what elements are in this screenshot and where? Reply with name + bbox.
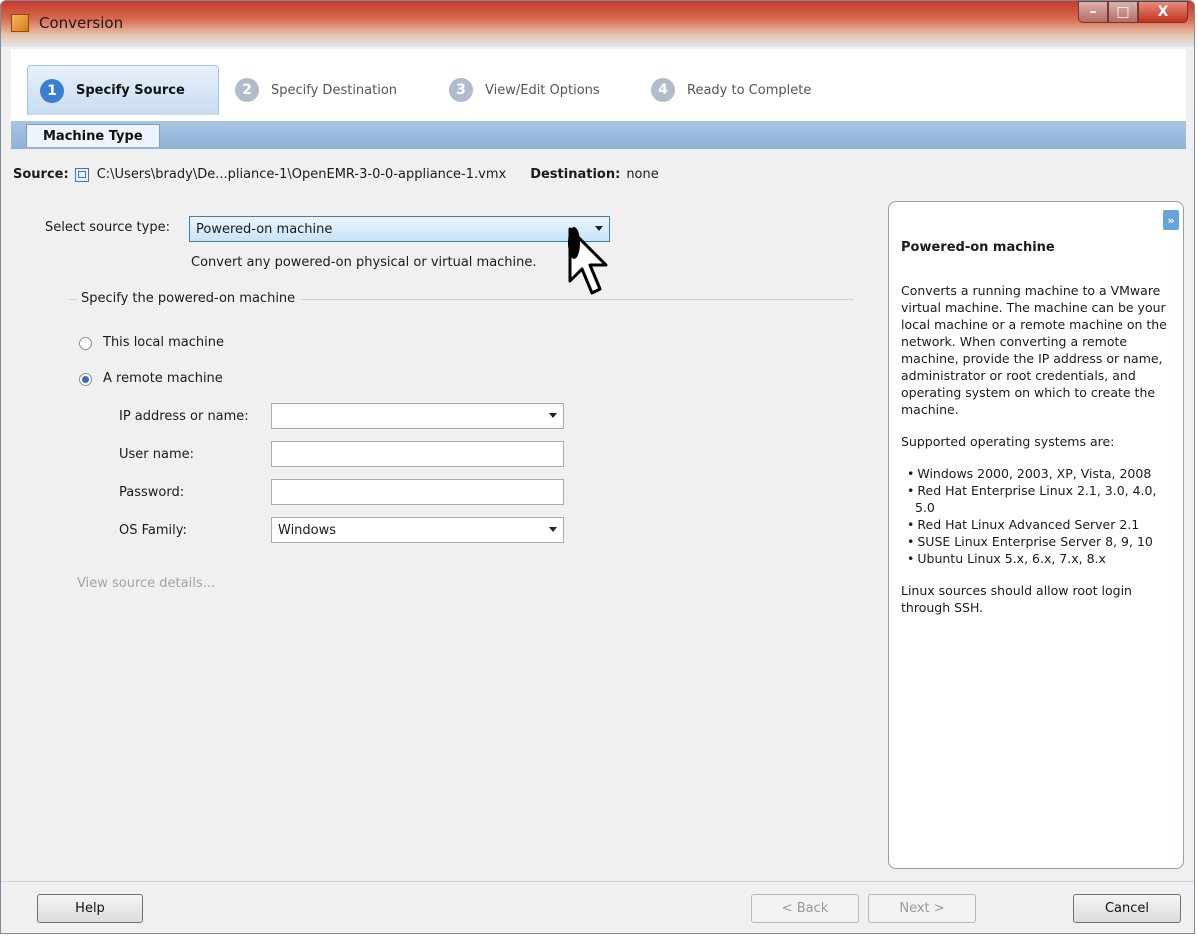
step-number-icon: 4 (651, 78, 675, 102)
os-family-label: OS Family: (119, 523, 187, 538)
ip-address-combo[interactable] (271, 403, 564, 429)
step-view-edit-options[interactable]: 3 View/Edit Options (449, 65, 600, 115)
close-button[interactable]: X (1138, 1, 1188, 23)
conversion-window: Conversion – □ X 1 Specify Source 2 Spec… (0, 0, 1195, 934)
user-name-label: User name: (119, 447, 195, 462)
view-source-details-link[interactable]: View source details... (77, 576, 215, 591)
os-family-value: Windows (278, 522, 337, 538)
footer-bar: Help < Back Next > Cancel (1, 881, 1194, 933)
step-number-icon: 2 (235, 78, 259, 102)
step-number-icon: 3 (449, 78, 473, 102)
step-number-icon: 1 (40, 78, 64, 103)
list-item: Red Hat Enterprise Linux 2.1, 3.0, 4.0, … (901, 482, 1179, 516)
minimize-button[interactable]: – (1078, 1, 1108, 23)
window-title: Conversion (39, 14, 124, 32)
source-summary: Source: C:\Users\brady\De...pliance-1\Op… (13, 167, 659, 182)
sub-tab-bar: Machine Type (11, 121, 1186, 149)
vm-file-icon (74, 167, 89, 182)
help-panel: » Powered-on machine Converts a running … (888, 201, 1184, 869)
radio-remote-machine[interactable] (79, 373, 92, 386)
step-label: Ready to Complete (687, 82, 812, 98)
source-type-hint: Convert any powered-on physical or virtu… (191, 255, 537, 270)
password-label: Password: (119, 485, 185, 500)
list-item: SUSE Linux Enterprise Server 8, 9, 10 (901, 533, 1179, 550)
collapse-panel-icon[interactable]: » (1163, 210, 1179, 230)
source-type-value: Powered-on machine (196, 221, 333, 237)
source-label: Source: (13, 167, 69, 182)
step-specify-destination[interactable]: 2 Specify Destination (235, 65, 397, 115)
list-item: Red Hat Linux Advanced Server 2.1 (901, 516, 1179, 533)
user-name-input[interactable] (271, 441, 564, 467)
os-list: Windows 2000, 2003, XP, Vista, 2008 Red … (901, 465, 1179, 567)
source-type-select[interactable]: Powered-on machine (189, 216, 610, 242)
window-controls: – □ X (1078, 1, 1188, 25)
title-bar: Conversion – □ X (1, 1, 1194, 47)
help-description: Converts a running machine to a VMware v… (901, 283, 1167, 417)
list-item: Ubuntu Linux 5.x, 6.x, 7.x, 8.x (901, 550, 1179, 567)
back-button[interactable]: < Back (751, 894, 859, 923)
help-button[interactable]: Help (37, 894, 143, 923)
group-title: Specify the powered-on machine (77, 291, 302, 306)
help-note: Linux sources should allow root login th… (901, 583, 1132, 615)
help-title: Powered-on machine (901, 240, 1055, 255)
wizard-steps: 1 Specify Source 2 Specify Destination 3… (11, 49, 1186, 121)
os-family-select[interactable]: Windows (271, 517, 564, 543)
app-icon (11, 14, 29, 32)
radio-local-label[interactable]: This local machine (103, 335, 224, 350)
next-button[interactable]: Next > (868, 894, 976, 923)
help-body: Converts a running machine to a VMware v… (901, 282, 1179, 631)
destination-label: Destination: (530, 167, 621, 182)
destination-value: none (626, 167, 659, 182)
wizard-header: 1 Specify Source 2 Specify Destination 3… (11, 49, 1186, 149)
chevron-down-icon (549, 527, 557, 532)
chevron-down-icon (549, 413, 557, 418)
supported-heading: Supported operating systems are: (901, 434, 1115, 449)
step-label: Specify Source (76, 83, 185, 98)
step-specify-source[interactable]: 1 Specify Source (27, 65, 219, 115)
maximize-button[interactable]: □ (1108, 1, 1138, 23)
radio-remote-label[interactable]: A remote machine (103, 371, 223, 386)
step-ready-to-complete[interactable]: 4 Ready to Complete (651, 65, 811, 115)
source-type-label: Select source type: (45, 220, 170, 235)
radio-local-machine[interactable] (79, 337, 92, 350)
list-item: Windows 2000, 2003, XP, Vista, 2008 (901, 465, 1179, 482)
cancel-button[interactable]: Cancel (1073, 894, 1181, 923)
source-path: C:\Users\brady\De...pliance-1\OpenEMR-3-… (96, 167, 507, 182)
step-label: View/Edit Options (485, 82, 600, 98)
ip-label: IP address or name: (119, 409, 249, 424)
tab-machine-type[interactable]: Machine Type (26, 124, 160, 147)
password-input[interactable] (271, 479, 564, 505)
mouse-pointer-icon (568, 227, 608, 295)
step-label: Specify Destination (271, 82, 398, 98)
